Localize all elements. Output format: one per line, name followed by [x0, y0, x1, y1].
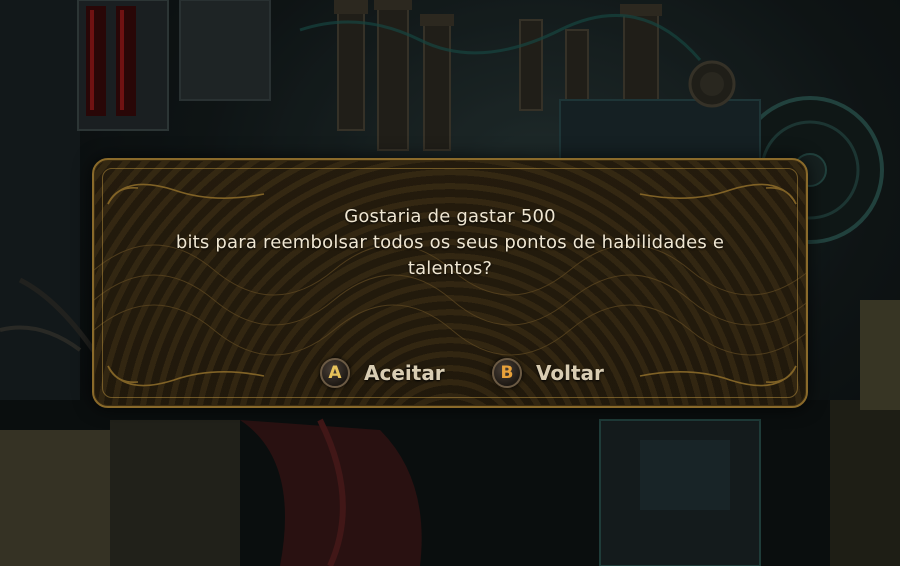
accept-label: Aceitar — [364, 361, 445, 385]
back-button[interactable]: B Voltar — [492, 356, 604, 390]
accept-button[interactable]: A Aceitar — [320, 356, 445, 390]
message-line-3: talentos? — [407, 258, 493, 279]
dialog-message: Gostaria de gastar 500 bits para reembol… — [134, 204, 766, 282]
dialog-ornament — [94, 183, 806, 387]
b-button-icon: B — [492, 358, 522, 388]
a-button-icon: A — [320, 358, 350, 388]
dialog-inner-frame — [102, 168, 798, 398]
respec-confirm-dialog: Gostaria de gastar 500 bits para reembol… — [92, 158, 808, 408]
message-line-1: Gostaria de gastar 500 — [344, 206, 556, 227]
game-scene: Gostaria de gastar 500 bits para reembol… — [0, 0, 900, 566]
message-line-2: bits para reembolsar todos os seus ponto… — [175, 232, 725, 253]
back-label: Voltar — [536, 361, 604, 385]
